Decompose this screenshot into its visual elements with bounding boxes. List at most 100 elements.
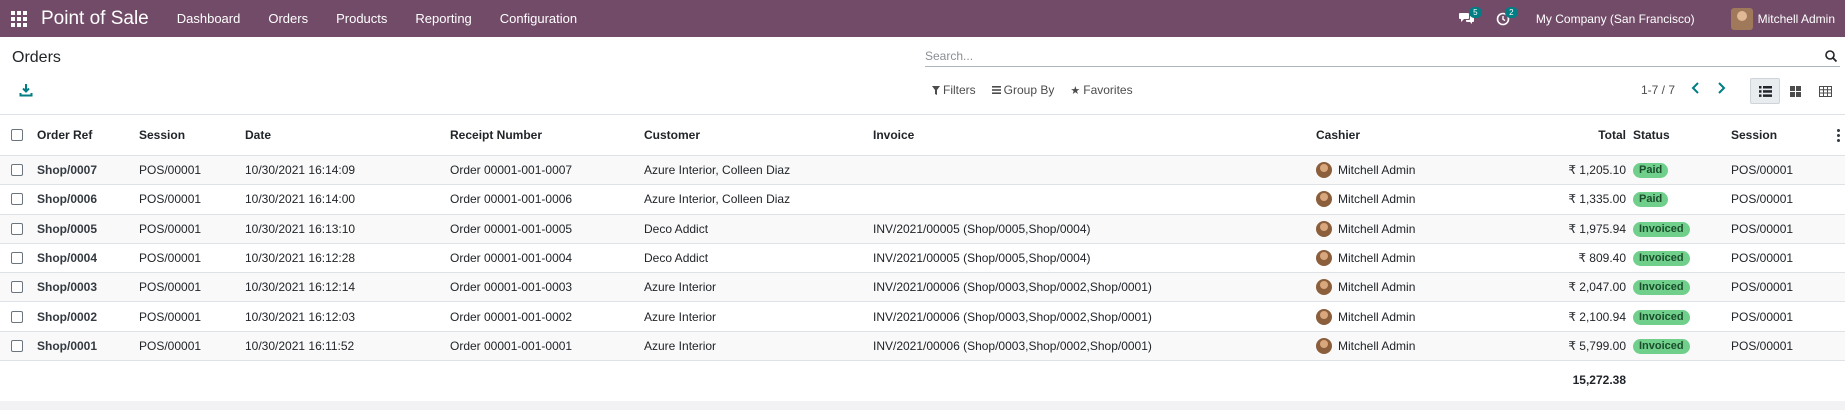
page-title: Orders	[12, 49, 61, 66]
app-brand[interactable]: Point of Sale	[41, 8, 149, 30]
orders-table: Order Ref Session Date Receipt Number Cu…	[0, 115, 1845, 399]
cashier-avatar	[1316, 162, 1332, 179]
receipt-number: Order 00001-001-0002	[450, 309, 573, 324]
column-header-customer[interactable]: Customer	[644, 128, 700, 142]
column-header-total[interactable]: Total	[1598, 128, 1626, 142]
apps-menu-button[interactable]	[0, 0, 38, 37]
row-checkbox[interactable]	[11, 222, 23, 235]
column-header-status[interactable]: Status	[1633, 128, 1670, 142]
receipt-number: Order 00001-001-0007	[450, 163, 573, 178]
favorites-label: Favorites	[1083, 83, 1133, 97]
status-badge-wrap: Paid	[1633, 162, 1669, 179]
order-total: ₹ 5,799.00	[1568, 338, 1626, 353]
cashier-name: Mitchell Admin	[1338, 338, 1416, 353]
session-2: POS/00001	[1731, 338, 1794, 353]
row-checkbox[interactable]	[11, 164, 23, 177]
search-bar[interactable]: Search...	[925, 45, 1840, 67]
table-row[interactable]: Shop/0002 POS/00001 10/30/2021 16:12:03 …	[0, 302, 1845, 332]
cashier: Mitchell Admin	[1316, 308, 1415, 325]
favorites-button[interactable]: ★ Favorites	[1070, 83, 1132, 97]
order-ref: Shop/0005	[37, 221, 98, 236]
kanban-view-button[interactable]	[1780, 78, 1810, 104]
status-badge: Invoiced	[1633, 221, 1690, 237]
table-footer: 15,272.38	[0, 361, 1845, 399]
star-icon: ★	[1070, 84, 1081, 97]
search-input[interactable]: Search...	[925, 49, 1824, 63]
select-all-checkbox[interactable]	[11, 129, 23, 141]
menu-dashboard[interactable]: Dashboard	[163, 0, 255, 37]
company-switcher[interactable]: My Company (San Francisco)	[1536, 12, 1695, 26]
receipt-number: Order 00001-001-0001	[450, 338, 573, 353]
row-checkbox[interactable]	[11, 281, 23, 294]
status-badge: Invoiced	[1633, 280, 1690, 296]
order-date: 10/30/2021 16:12:28	[245, 251, 356, 266]
cashier-name: Mitchell Admin	[1338, 221, 1416, 236]
table-row[interactable]: Shop/0007 POS/00001 10/30/2021 16:14:09 …	[0, 156, 1845, 186]
order-ref: Shop/0007	[37, 163, 98, 178]
view-switcher	[1750, 78, 1840, 104]
messaging-button[interactable]: 5	[1452, 0, 1482, 37]
cashier-avatar	[1316, 279, 1332, 296]
filters-button[interactable]: Filters	[932, 83, 976, 97]
main-navbar: Point of Sale Dashboard Orders Products …	[0, 0, 1845, 37]
table-view-icon	[1818, 85, 1832, 97]
cashier: Mitchell Admin	[1316, 191, 1415, 208]
session-2: POS/00001	[1731, 192, 1794, 207]
activities-button[interactable]: 2	[1488, 0, 1518, 37]
row-checkbox[interactable]	[11, 339, 23, 352]
menu-orders[interactable]: Orders	[254, 0, 322, 37]
session-2: POS/00001	[1731, 221, 1794, 236]
status-badge-wrap: Invoiced	[1633, 309, 1690, 325]
session-2: POS/00001	[1731, 280, 1794, 295]
column-header-order-ref[interactable]: Order Ref	[37, 128, 92, 142]
table-row[interactable]: Shop/0006 POS/00001 10/30/2021 16:14:00 …	[0, 185, 1845, 215]
table-row[interactable]: Shop/0005 POS/00001 10/30/2021 16:13:10 …	[0, 214, 1845, 244]
column-header-invoice[interactable]: Invoice	[873, 128, 914, 142]
column-header-session[interactable]: Session	[139, 128, 185, 142]
menu-configuration[interactable]: Configuration	[486, 0, 591, 37]
cashier-name: Mitchell Admin	[1338, 163, 1416, 178]
pager-next-button[interactable]	[1713, 81, 1729, 99]
cashier-avatar	[1316, 220, 1332, 237]
groupby-button[interactable]: Group By	[991, 83, 1054, 97]
session-2: POS/00001	[1731, 163, 1794, 178]
column-header-receipt-number[interactable]: Receipt Number	[450, 128, 542, 142]
pager-previous-button[interactable]	[1688, 81, 1704, 99]
grand-total: 15,272.38	[1572, 373, 1626, 388]
menu-reporting[interactable]: Reporting	[401, 0, 485, 37]
column-header-session-2[interactable]: Session	[1731, 128, 1777, 142]
invoice: INV/2021/00006 (Shop/0003,Shop/0002,Shop…	[873, 338, 1152, 353]
column-header-cashier[interactable]: Cashier	[1316, 128, 1360, 142]
search-icon[interactable]	[1824, 49, 1838, 63]
optional-columns-kebab-icon[interactable]	[1837, 128, 1841, 142]
table-row[interactable]: Shop/0004 POS/00001 10/30/2021 16:12:28 …	[0, 244, 1845, 274]
export-button[interactable]	[19, 83, 33, 97]
list-view-button[interactable]	[1750, 78, 1780, 104]
messages-count-badge: 5	[1468, 7, 1482, 18]
order-ref: Shop/0002	[37, 309, 98, 324]
cashier-avatar	[1316, 337, 1332, 354]
order-total: ₹ 809.40	[1578, 251, 1626, 266]
table-row[interactable]: Shop/0001 POS/00001 10/30/2021 16:11:52 …	[0, 331, 1845, 362]
column-header-date[interactable]: Date	[245, 128, 271, 142]
order-date: 10/30/2021 16:14:00	[245, 192, 356, 207]
status-badge-wrap: Invoiced	[1633, 279, 1690, 296]
row-checkbox[interactable]	[11, 252, 23, 265]
user-avatar	[1730, 7, 1753, 30]
cashier: Mitchell Admin	[1316, 162, 1416, 179]
row-checkbox[interactable]	[11, 310, 23, 323]
status-badge-wrap: Invoiced	[1633, 250, 1690, 267]
pivot-view-button[interactable]	[1810, 78, 1840, 104]
customer: Deco Addict	[644, 221, 709, 236]
session: POS/00001	[139, 338, 202, 353]
status-badge-wrap: Paid	[1633, 191, 1669, 208]
menu-products[interactable]: Products	[322, 0, 401, 37]
customer: Azure Interior	[644, 338, 717, 353]
customer: Azure Interior, Colleen Diaz	[644, 163, 791, 178]
row-checkbox[interactable]	[11, 193, 23, 206]
systray: 5 2 My Company (San Francisco) Mitchell …	[1452, 0, 1845, 37]
user-menu[interactable]: Mitchell Admin	[1730, 7, 1835, 30]
pager-value[interactable]: 1-7 / 7	[1641, 83, 1675, 97]
activities-count-badge: 2	[1504, 7, 1518, 18]
table-row[interactable]: Shop/0003 POS/00001 10/30/2021 16:12:14 …	[0, 273, 1845, 303]
